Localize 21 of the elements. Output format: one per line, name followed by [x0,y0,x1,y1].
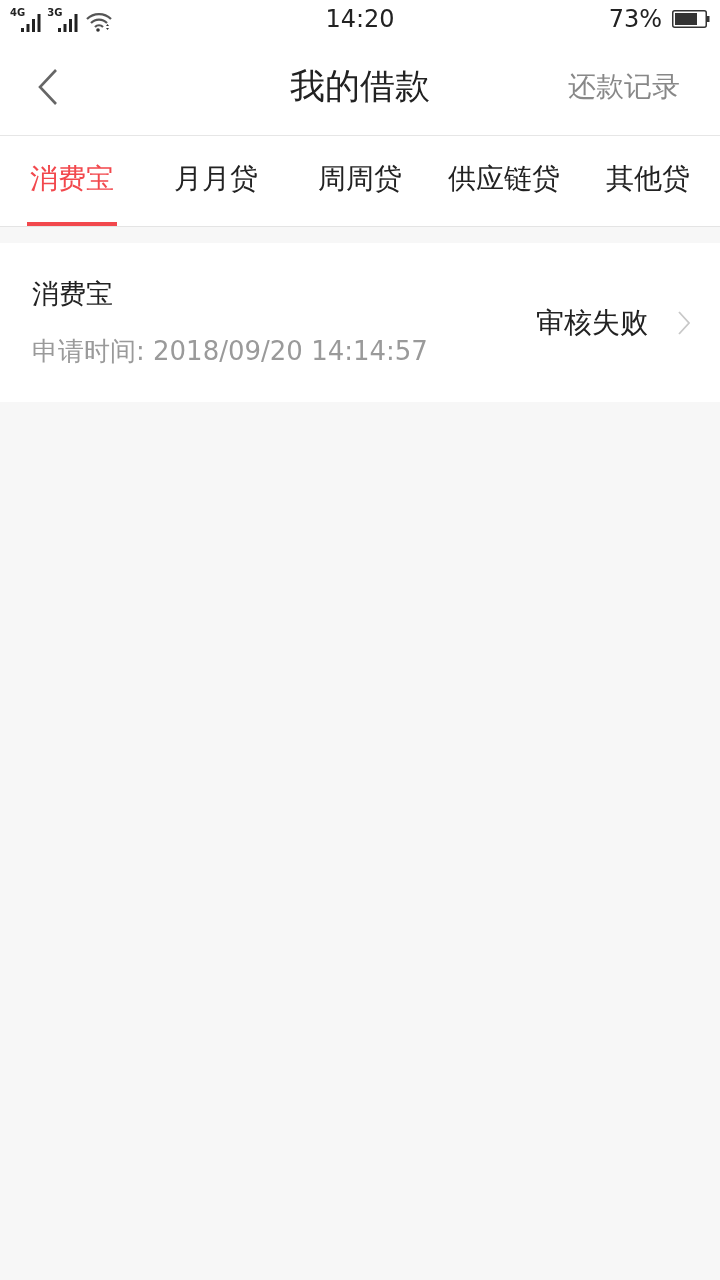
status-time: 14:20 [324,5,396,33]
loan-type-tab[interactable]: 周周贷 [288,136,432,226]
signal-icon [58,14,79,32]
battery-icon [672,10,710,28]
signal-icon [21,14,42,32]
application-time: 申请时间: 2018/09/20 14:14:57 [32,335,428,368]
loan-name: 消费宝 [32,277,113,311]
loan-type-tab[interactable]: 其他贷 [576,136,720,226]
back-chevron-icon [38,68,58,105]
repayment-record-link[interactable]: 还款记录 [568,67,680,106]
network-type-label: 4G [10,8,26,18]
loan-type-tab[interactable]: 供应链贷 [432,136,576,226]
loan-type-tab[interactable]: 月月贷 [144,136,288,226]
battery-percent: 73% [608,5,662,33]
network-type-label: 3G [47,8,63,18]
loan-item[interactable]: 消费宝 申请时间: 2018/09/20 14:14:57 审核失败 [0,243,720,402]
chevron-right-icon [678,310,690,335]
loan-type-tab[interactable]: 消费宝 [27,136,117,226]
page-title: 我的借款 [289,65,431,108]
review-status: 审核失败 [536,304,648,341]
wifi-icon [86,12,113,32]
